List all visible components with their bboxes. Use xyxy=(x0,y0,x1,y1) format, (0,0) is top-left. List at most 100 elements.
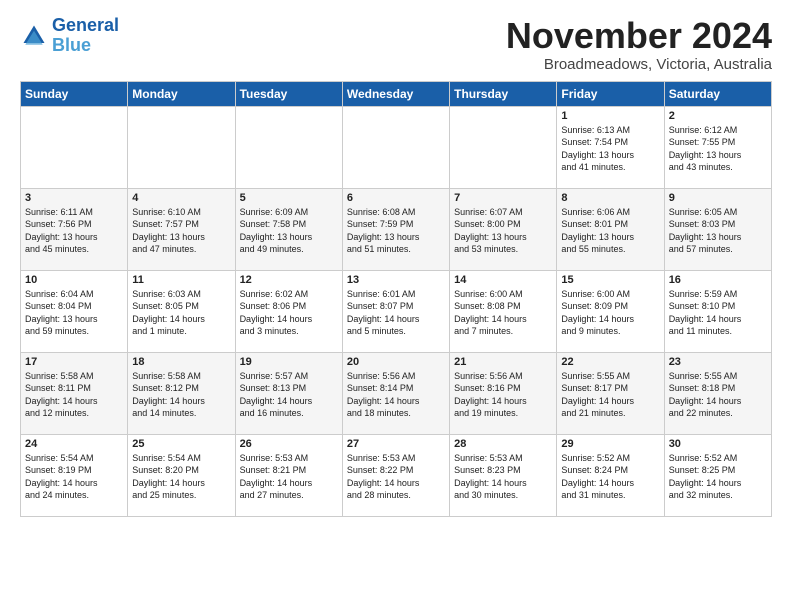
calendar-cell-5-7: 30 Sunrise: 5:52 AMSunset: 8:25 PMDayligh… xyxy=(664,434,771,516)
day-info: Sunrise: 5:54 AMSunset: 8:19 PMDaylight:… xyxy=(25,452,123,502)
day-number: 11 xyxy=(132,274,230,286)
day-number: 3 xyxy=(25,192,123,204)
calendar-cell-2-7: 9 Sunrise: 6:05 AMSunset: 8:03 PMDaylight… xyxy=(664,188,771,270)
calendar-cell-3-7: 16 Sunrise: 5:59 AMSunset: 8:10 PMDayligh… xyxy=(664,270,771,352)
day-number: 10 xyxy=(25,274,123,286)
day-info: Sunrise: 5:52 AMSunset: 8:25 PMDaylight:… xyxy=(669,452,767,502)
day-number: 5 xyxy=(240,192,338,204)
day-info: Sunrise: 6:12 AMSunset: 7:55 PMDaylight:… xyxy=(669,124,767,174)
calendar-cell-5-1: 24 Sunrise: 5:54 AMSunset: 8:19 PMDayligh… xyxy=(21,434,128,516)
col-wednesday: Wednesday xyxy=(342,81,449,106)
calendar-cell-3-2: 11 Sunrise: 6:03 AMSunset: 8:05 PMDayligh… xyxy=(128,270,235,352)
page: General Blue November 2024 Broadmeadows,… xyxy=(0,0,792,527)
calendar-cell-1-2 xyxy=(128,106,235,188)
calendar: Sunday Monday Tuesday Wednesday Thursday… xyxy=(20,81,772,517)
week-row-4: 17 Sunrise: 5:58 AMSunset: 8:11 PMDayligh… xyxy=(21,352,772,434)
day-number: 20 xyxy=(347,356,445,368)
header: General Blue November 2024 Broadmeadows,… xyxy=(20,16,772,73)
col-sunday: Sunday xyxy=(21,81,128,106)
calendar-cell-5-5: 28 Sunrise: 5:53 AMSunset: 8:23 PMDayligh… xyxy=(450,434,557,516)
calendar-cell-3-6: 15Sunrise: 6:00 AMSunset: 8:09 PMDayligh… xyxy=(557,270,664,352)
calendar-cell-2-2: 4 Sunrise: 6:10 AMSunset: 7:57 PMDaylight… xyxy=(128,188,235,270)
day-info: Sunrise: 5:56 AMSunset: 8:16 PMDaylight:… xyxy=(454,370,552,420)
week-row-3: 10 Sunrise: 6:04 AMSunset: 8:04 PMDayligh… xyxy=(21,270,772,352)
day-info: Sunrise: 6:03 AMSunset: 8:05 PMDaylight:… xyxy=(132,288,230,338)
col-saturday: Saturday xyxy=(664,81,771,106)
day-number: 17 xyxy=(25,356,123,368)
day-info: Sunrise: 5:59 AMSunset: 8:10 PMDaylight:… xyxy=(669,288,767,338)
day-number: 7 xyxy=(454,192,552,204)
day-info: Sunrise: 5:53 AMSunset: 8:23 PMDaylight:… xyxy=(454,452,552,502)
calendar-cell-3-3: 12Sunrise: 6:02 AMSunset: 8:06 PMDayligh… xyxy=(235,270,342,352)
calendar-cell-1-6: 1Sunrise: 6:13 AMSunset: 7:54 PMDaylight… xyxy=(557,106,664,188)
day-info: Sunrise: 5:56 AMSunset: 8:14 PMDaylight:… xyxy=(347,370,445,420)
col-monday: Monday xyxy=(128,81,235,106)
day-info: Sunrise: 6:13 AMSunset: 7:54 PMDaylight:… xyxy=(561,124,659,174)
day-number: 16 xyxy=(669,274,767,286)
calendar-cell-1-7: 2 Sunrise: 6:12 AMSunset: 7:55 PMDaylight… xyxy=(664,106,771,188)
day-number: 9 xyxy=(669,192,767,204)
day-number: 13 xyxy=(347,274,445,286)
calendar-cell-4-7: 23Sunrise: 5:55 AMSunset: 8:18 PMDayligh… xyxy=(664,352,771,434)
day-info: Sunrise: 6:08 AMSunset: 7:59 PMDaylight:… xyxy=(347,206,445,256)
calendar-cell-4-2: 18Sunrise: 5:58 AMSunset: 8:12 PMDayligh… xyxy=(128,352,235,434)
day-number: 4 xyxy=(132,192,230,204)
day-info: Sunrise: 6:09 AMSunset: 7:58 PMDaylight:… xyxy=(240,206,338,256)
calendar-cell-1-1 xyxy=(21,106,128,188)
day-number: 24 xyxy=(25,438,123,450)
day-number: 30 xyxy=(669,438,767,450)
day-number: 14 xyxy=(454,274,552,286)
calendar-cell-5-3: 26 Sunrise: 5:53 AMSunset: 8:21 PMDayligh… xyxy=(235,434,342,516)
calendar-cell-4-6: 22 Sunrise: 5:55 AMSunset: 8:17 PMDayligh… xyxy=(557,352,664,434)
calendar-cell-4-5: 21 Sunrise: 5:56 AMSunset: 8:16 PMDayligh… xyxy=(450,352,557,434)
calendar-cell-1-3 xyxy=(235,106,342,188)
day-number: 29 xyxy=(561,438,659,450)
day-number: 21 xyxy=(454,356,552,368)
logo: General Blue xyxy=(20,16,119,56)
calendar-cell-4-3: 19 Sunrise: 5:57 AMSunset: 8:13 PMDayligh… xyxy=(235,352,342,434)
week-row-5: 24 Sunrise: 5:54 AMSunset: 8:19 PMDayligh… xyxy=(21,434,772,516)
logo-icon xyxy=(20,22,48,50)
day-info: Sunrise: 6:00 AMSunset: 8:08 PMDaylight:… xyxy=(454,288,552,338)
day-info: Sunrise: 5:58 AMSunset: 8:11 PMDaylight:… xyxy=(25,370,123,420)
day-number: 22 xyxy=(561,356,659,368)
calendar-cell-2-5: 7 Sunrise: 6:07 AMSunset: 8:00 PMDaylight… xyxy=(450,188,557,270)
day-info: Sunrise: 5:55 AMSunset: 8:17 PMDaylight:… xyxy=(561,370,659,420)
day-number: 26 xyxy=(240,438,338,450)
day-info: Sunrise: 6:07 AMSunset: 8:00 PMDaylight:… xyxy=(454,206,552,256)
calendar-header-row: Sunday Monday Tuesday Wednesday Thursday… xyxy=(21,81,772,106)
calendar-cell-1-4 xyxy=(342,106,449,188)
calendar-cell-2-1: 3 Sunrise: 6:11 AMSunset: 7:56 PMDaylight… xyxy=(21,188,128,270)
day-number: 28 xyxy=(454,438,552,450)
day-info: Sunrise: 5:54 AMSunset: 8:20 PMDaylight:… xyxy=(132,452,230,502)
calendar-cell-1-5 xyxy=(450,106,557,188)
day-number: 2 xyxy=(669,110,767,122)
day-info: Sunrise: 6:11 AMSunset: 7:56 PMDaylight:… xyxy=(25,206,123,256)
calendar-cell-2-6: 8 Sunrise: 6:06 AMSunset: 8:01 PMDaylight… xyxy=(557,188,664,270)
calendar-cell-3-5: 14 Sunrise: 6:00 AMSunset: 8:08 PMDayligh… xyxy=(450,270,557,352)
day-number: 6 xyxy=(347,192,445,204)
title-block: November 2024 Broadmeadows, Victoria, Au… xyxy=(506,16,772,73)
day-info: Sunrise: 6:05 AMSunset: 8:03 PMDaylight:… xyxy=(669,206,767,256)
day-info: Sunrise: 6:06 AMSunset: 8:01 PMDaylight:… xyxy=(561,206,659,256)
day-number: 18 xyxy=(132,356,230,368)
day-number: 19 xyxy=(240,356,338,368)
day-info: Sunrise: 6:10 AMSunset: 7:57 PMDaylight:… xyxy=(132,206,230,256)
calendar-cell-2-3: 5 Sunrise: 6:09 AMSunset: 7:58 PMDaylight… xyxy=(235,188,342,270)
calendar-cell-4-4: 20 Sunrise: 5:56 AMSunset: 8:14 PMDayligh… xyxy=(342,352,449,434)
day-info: Sunrise: 5:55 AMSunset: 8:18 PMDaylight:… xyxy=(669,370,767,420)
day-number: 8 xyxy=(561,192,659,204)
calendar-cell-5-4: 27Sunrise: 5:53 AMSunset: 8:22 PMDayligh… xyxy=(342,434,449,516)
month-title: November 2024 xyxy=(506,16,772,56)
day-number: 25 xyxy=(132,438,230,450)
day-info: Sunrise: 6:00 AMSunset: 8:09 PMDaylight:… xyxy=(561,288,659,338)
calendar-cell-5-2: 25 Sunrise: 5:54 AMSunset: 8:20 PMDayligh… xyxy=(128,434,235,516)
col-tuesday: Tuesday xyxy=(235,81,342,106)
day-info: Sunrise: 6:04 AMSunset: 8:04 PMDaylight:… xyxy=(25,288,123,338)
calendar-cell-2-4: 6 Sunrise: 6:08 AMSunset: 7:59 PMDaylight… xyxy=(342,188,449,270)
day-info: Sunrise: 5:53 AMSunset: 8:21 PMDaylight:… xyxy=(240,452,338,502)
col-thursday: Thursday xyxy=(450,81,557,106)
day-info: Sunrise: 5:57 AMSunset: 8:13 PMDaylight:… xyxy=(240,370,338,420)
logo-text: General Blue xyxy=(52,16,119,56)
day-number: 27 xyxy=(347,438,445,450)
